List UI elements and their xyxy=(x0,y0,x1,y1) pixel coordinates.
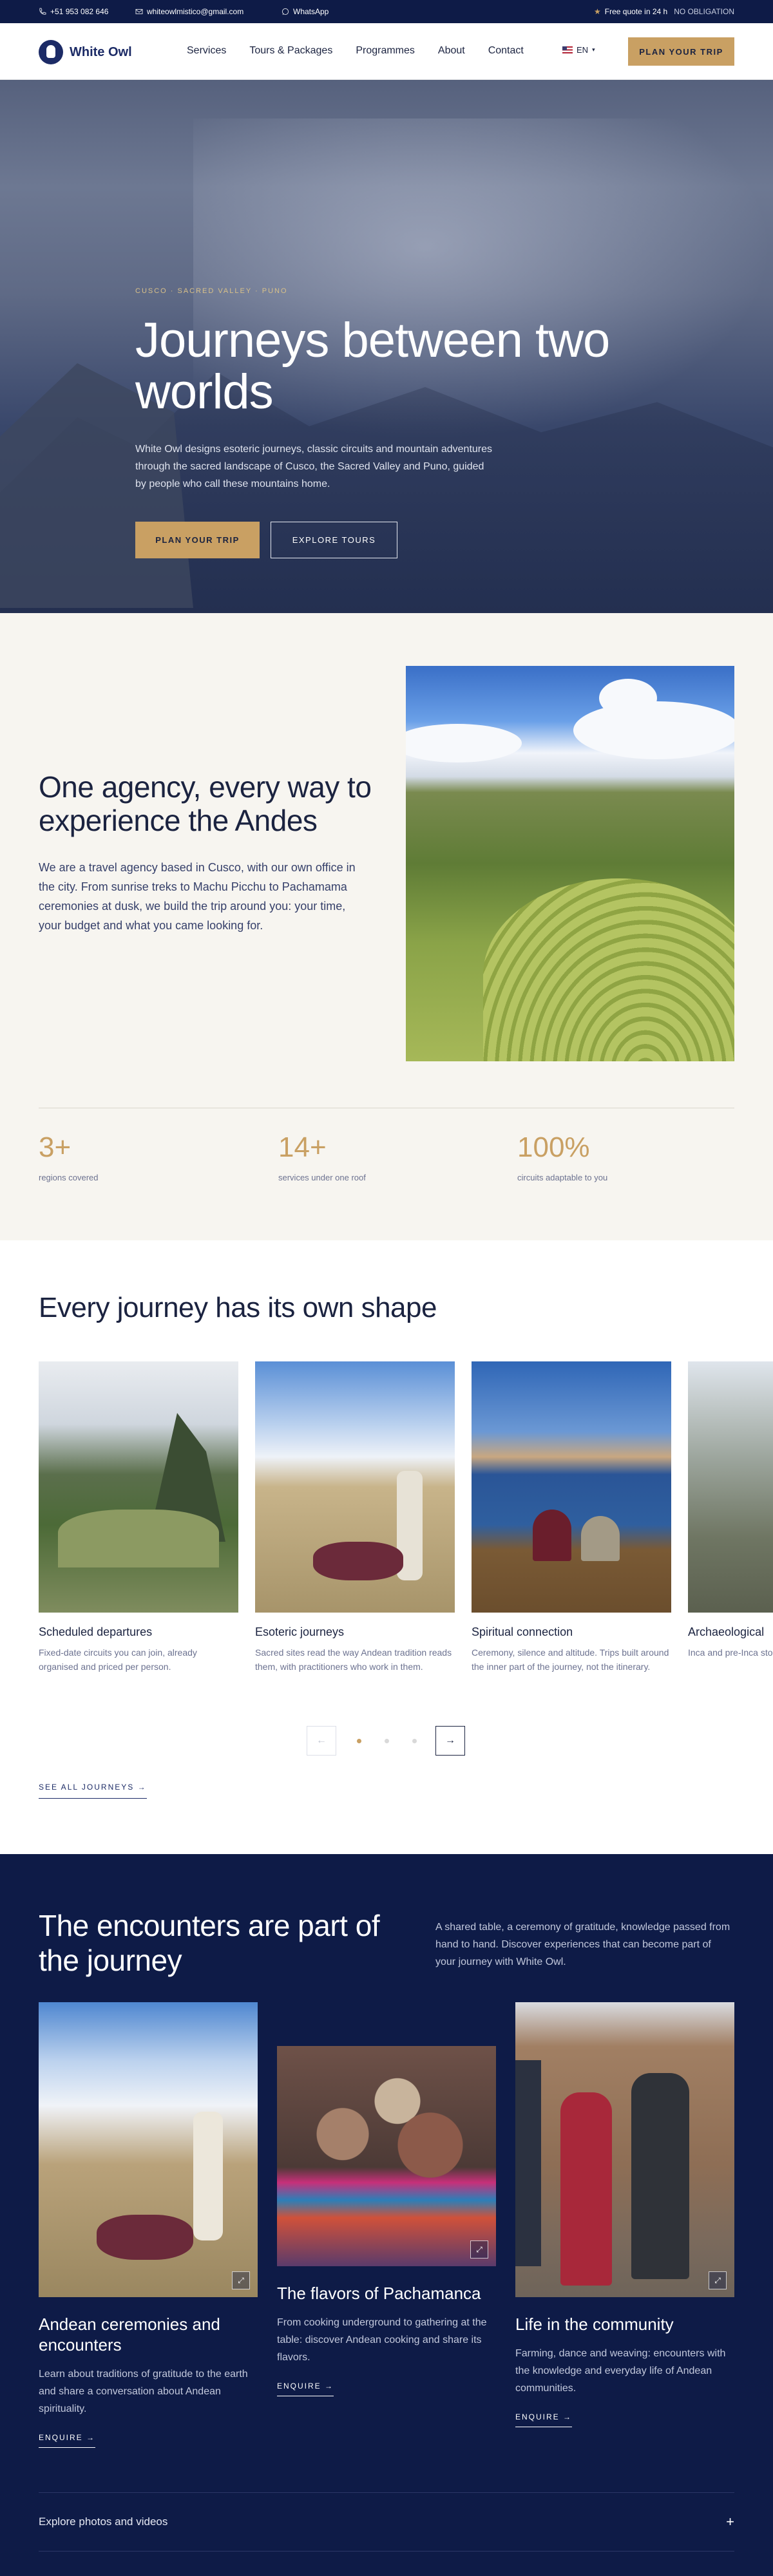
card-text: Learn about traditions of gratitude to t… xyxy=(39,2369,248,2414)
journey-card-esoteric[interactable]: Esoteric journeys Sacred sites read the … xyxy=(255,1361,455,1674)
carousel-dots xyxy=(357,1739,417,1743)
accordion-label: Explore photos and videos xyxy=(39,2515,168,2528)
card-text: Fixed-date circuits you can join, alread… xyxy=(39,1647,197,1672)
hero-title: Journeys between two worlds xyxy=(135,313,610,419)
card-text: Farming, dance and weaving: encounters w… xyxy=(515,2348,726,2394)
expand-icon[interactable]: ⤢ xyxy=(470,2240,488,2259)
expand-icon[interactable]: ⤢ xyxy=(232,2271,250,2289)
whatsapp-text: WhatsApp xyxy=(293,7,329,16)
language-selector[interactable]: EN ▾ xyxy=(562,45,595,55)
stat-circuits: 100% circuits adaptable to you xyxy=(517,1132,607,1182)
card-text: Sacred sites read the way Andean traditi… xyxy=(255,1647,452,1672)
mail-icon xyxy=(135,9,143,14)
encounters-intro: A shared table, a ceremony of gratitude,… xyxy=(435,1922,730,1967)
journeys-section: Every journey has its own shape Schedule… xyxy=(0,1240,773,1854)
stat-number: 14+ xyxy=(278,1132,327,1163)
carousel-dot[interactable] xyxy=(357,1739,361,1743)
nav-contact[interactable]: Contact xyxy=(488,45,524,57)
stat-label: circuits adaptable to you xyxy=(517,1173,608,1182)
carousel-dot[interactable] xyxy=(412,1739,417,1743)
stat-number: 100% xyxy=(517,1132,590,1163)
card-title: Scheduled departures xyxy=(39,1625,153,1638)
stat-regions: 3+ regions covered xyxy=(39,1132,99,1182)
intro-section: One agency, every way to experience the … xyxy=(0,613,773,1240)
phone-icon xyxy=(39,8,46,15)
stat-label: regions covered xyxy=(39,1173,99,1182)
owl-logo-icon xyxy=(39,40,63,64)
stat-label: services under one roof xyxy=(278,1173,366,1182)
us-flag-icon xyxy=(562,46,573,53)
quote-text: Free quote in 24 h xyxy=(604,7,668,16)
quote-note: ★ Free quote in 24 h NO OBLIGATION xyxy=(594,7,734,16)
card-title: Life in the community xyxy=(515,2315,674,2334)
hero-lead: White Owl designs esoteric journeys, cla… xyxy=(135,444,493,489)
plan-trip-button[interactable]: PLAN YOUR TRIP xyxy=(628,37,734,66)
encounters-title: The encounters are part of the journey xyxy=(39,1909,380,1977)
whatsapp-link[interactable]: WhatsApp xyxy=(282,7,329,16)
nav-tours-packages[interactable]: Tours & Packages xyxy=(249,45,332,57)
stonework-image xyxy=(688,1361,773,1613)
email-link[interactable]: whiteowlmistico@gmail.com xyxy=(135,7,243,16)
enquire-link[interactable]: ENQUIRE → xyxy=(39,2433,96,2448)
enquire-link[interactable]: ENQUIRE → xyxy=(515,2412,573,2427)
journey-card-spiritual[interactable]: Spiritual connection Ceremony, silence a… xyxy=(472,1361,671,1674)
carousel-dot[interactable] xyxy=(385,1739,389,1743)
hero-plan-trip-button[interactable]: PLAN YOUR TRIP xyxy=(135,522,260,558)
stat-number: 3+ xyxy=(39,1132,72,1163)
card-title: Spiritual connection xyxy=(472,1625,573,1638)
card-title: Esoteric journeys xyxy=(255,1625,345,1638)
no-obligation-text: NO OBLIGATION xyxy=(674,7,734,16)
whatsapp-icon xyxy=(282,8,289,15)
explore-tours-button[interactable]: EXPLORE TOURS xyxy=(271,522,397,558)
card-text: From cooking underground to gathering at… xyxy=(277,2317,487,2363)
card-title: Andean ceremonies and encounters xyxy=(39,2315,220,2354)
card-text: Ceremony, silence and altitude. Trips bu… xyxy=(472,1647,669,1672)
stat-services: 14+ services under one roof xyxy=(278,1132,366,1182)
andean-ceremony-image: ⤢ xyxy=(39,2002,258,2297)
enquire-link[interactable]: ENQUIRE → xyxy=(277,2382,334,2396)
language-label: EN xyxy=(577,45,589,55)
carousel-next-button[interactable]: → xyxy=(435,1726,465,1756)
hero-section: CUSCO · SACRED VALLEY · PUNO Journeys be… xyxy=(0,80,773,613)
card-text: Inca and pre-Inca stonework, with gu xyxy=(688,1647,773,1658)
pachamanca-food-image: ⤢ xyxy=(277,2046,496,2266)
intro-body: We are a travel agency based in Cusco, w… xyxy=(39,861,356,932)
card-title: The flavors of Pachamanca xyxy=(277,2284,481,2303)
photos-videos-accordion[interactable]: Explore photos and videos + xyxy=(39,2492,734,2552)
star-icon: ★ xyxy=(594,7,601,16)
journey-card-archaeological[interactable]: Archaeological Inca and pre-Inca stonewo… xyxy=(688,1361,773,1660)
encounters-section: The encounters are part of the journey A… xyxy=(0,1854,773,2576)
ceremony-image xyxy=(255,1361,455,1613)
expand-icon[interactable]: ⤢ xyxy=(709,2271,727,2289)
plus-icon: + xyxy=(726,2514,734,2530)
community-dance-image: ⤢ xyxy=(515,2002,734,2297)
logo[interactable]: White Owl xyxy=(39,40,132,64)
encounter-card-community: ⤢ Life in the community Farming, dance a… xyxy=(515,2002,734,2427)
card-title: Archaeological xyxy=(688,1625,765,1638)
journeys-title: Every journey has its own shape xyxy=(39,1292,437,1323)
intro-title: One agency, every way to experience the … xyxy=(39,770,372,837)
top-bar: +51 953 082 646 whiteowlmistico@gmail.co… xyxy=(0,0,773,23)
nav-about[interactable]: About xyxy=(438,45,465,57)
phone-text: +51 953 082 646 xyxy=(50,7,109,16)
email-text: whiteowlmistico@gmail.com xyxy=(147,7,244,16)
phone-link[interactable]: +51 953 082 646 xyxy=(39,7,108,16)
encounter-card-pachamanca: ⤢ The flavors of Pachamanca From cooking… xyxy=(277,2046,496,2396)
journey-card-scheduled[interactable]: Scheduled departures Fixed-date circuits… xyxy=(39,1361,238,1674)
machu-picchu-image xyxy=(39,1361,238,1613)
chevron-down-icon: ▾ xyxy=(592,46,595,53)
see-all-journeys-link[interactable]: SEE ALL JOURNEYS → xyxy=(39,1783,147,1799)
hero-kicker: CUSCO · SACRED VALLEY · PUNO xyxy=(135,287,288,295)
nav-services[interactable]: Services xyxy=(187,45,226,57)
encounter-card-ceremonies: ⤢ Andean ceremonies and encounters Learn… xyxy=(39,2002,258,2448)
lake-image xyxy=(472,1361,671,1613)
carousel-prev-button[interactable]: ← xyxy=(307,1726,336,1756)
logo-text: White Owl xyxy=(70,44,132,59)
nav-programmes[interactable]: Programmes xyxy=(356,45,415,57)
main-nav: Services Tours & Packages Programmes Abo… xyxy=(187,45,524,57)
site-header: White Owl Services Tours & Packages Prog… xyxy=(0,23,773,80)
terraces-photo xyxy=(406,666,734,1061)
